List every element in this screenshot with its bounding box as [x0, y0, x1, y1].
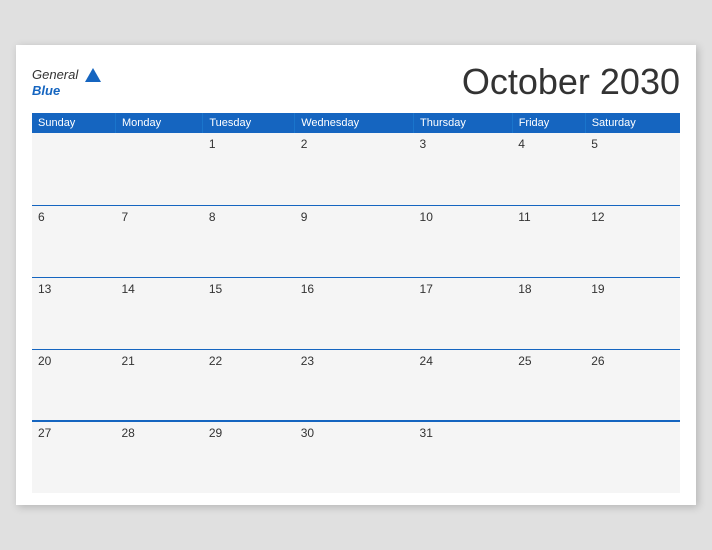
day-cell: 2: [295, 133, 414, 205]
day-cell: 16: [295, 277, 414, 349]
month-title: October 2030: [462, 61, 680, 103]
day-cell: 30: [295, 421, 414, 493]
logo: General Blue: [32, 66, 101, 98]
day-cell: 9: [295, 205, 414, 277]
day-cell: 22: [203, 349, 295, 421]
week-row-4: 20 21 22 23 24 25 26: [32, 349, 680, 421]
day-cell: 19: [585, 277, 680, 349]
day-cell: [32, 133, 115, 205]
day-cell: 5: [585, 133, 680, 205]
weekday-tuesday: Tuesday: [203, 113, 295, 133]
calendar: General Blue October 2030 Sunday Monday …: [16, 45, 696, 505]
day-cell: 25: [512, 349, 585, 421]
day-cell: 11: [512, 205, 585, 277]
day-cell: 24: [414, 349, 513, 421]
day-cell: 14: [115, 277, 202, 349]
day-cell: 8: [203, 205, 295, 277]
day-cell: 17: [414, 277, 513, 349]
day-cell: 15: [203, 277, 295, 349]
week-row-2: 6 7 8 9 10 11 12: [32, 205, 680, 277]
week-row-5: 27 28 29 30 31: [32, 421, 680, 493]
weekday-header-row: Sunday Monday Tuesday Wednesday Thursday…: [32, 113, 680, 133]
day-cell: 12: [585, 205, 680, 277]
day-cell: [512, 421, 585, 493]
calendar-header: General Blue October 2030: [32, 61, 680, 103]
weekday-sunday: Sunday: [32, 113, 115, 133]
day-cell: [115, 133, 202, 205]
weekday-saturday: Saturday: [585, 113, 680, 133]
logo-blue-text: Blue: [32, 84, 101, 98]
day-cell: 3: [414, 133, 513, 205]
logo-triangle-icon: [85, 68, 101, 82]
day-cell: 4: [512, 133, 585, 205]
weekday-thursday: Thursday: [414, 113, 513, 133]
day-cell: 31: [414, 421, 513, 493]
day-cell: 27: [32, 421, 115, 493]
day-cell: 7: [115, 205, 202, 277]
day-cell: 21: [115, 349, 202, 421]
day-cell: 18: [512, 277, 585, 349]
calendar-table: Sunday Monday Tuesday Wednesday Thursday…: [32, 113, 680, 493]
day-cell: 13: [32, 277, 115, 349]
day-cell: 10: [414, 205, 513, 277]
week-row-3: 13 14 15 16 17 18 19: [32, 277, 680, 349]
day-cell: 26: [585, 349, 680, 421]
logo-general-text: General: [32, 67, 78, 82]
day-cell: 23: [295, 349, 414, 421]
day-cell: 1: [203, 133, 295, 205]
day-cell: [585, 421, 680, 493]
day-cell: 28: [115, 421, 202, 493]
weekday-wednesday: Wednesday: [295, 113, 414, 133]
weekday-monday: Monday: [115, 113, 202, 133]
week-row-1: 1 2 3 4 5: [32, 133, 680, 205]
weekday-friday: Friday: [512, 113, 585, 133]
day-cell: 29: [203, 421, 295, 493]
day-cell: 20: [32, 349, 115, 421]
day-cell: 6: [32, 205, 115, 277]
